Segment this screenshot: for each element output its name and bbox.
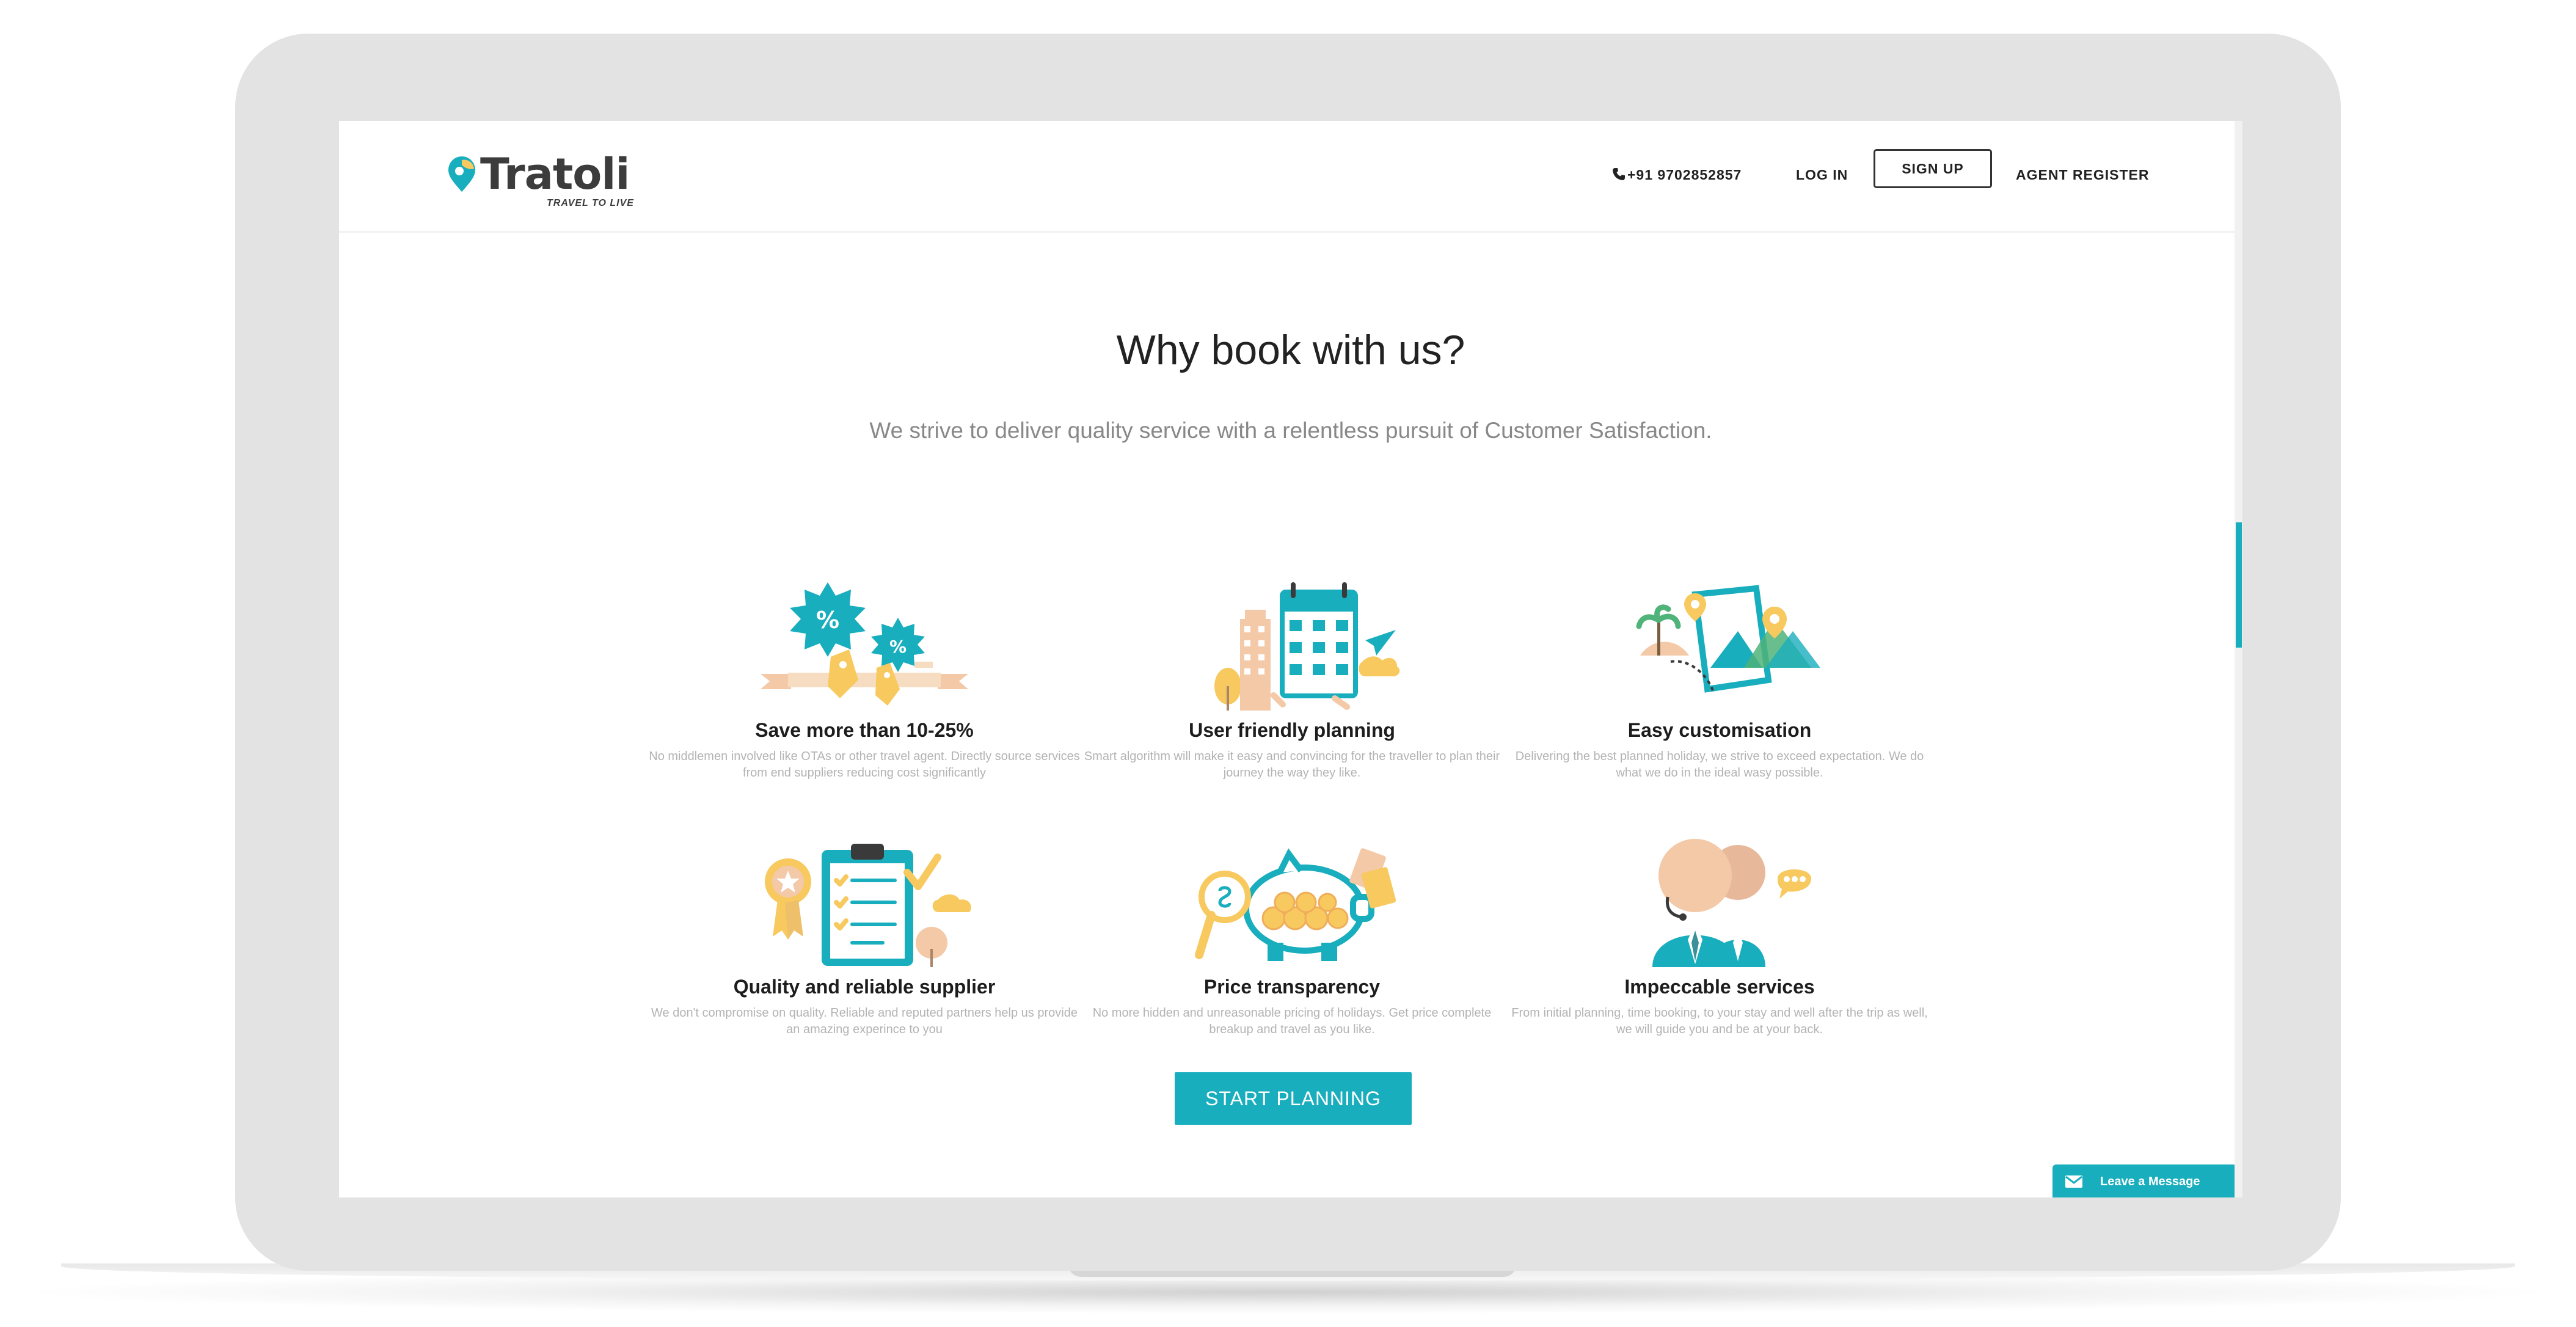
browser-viewport: Tratoli TRAVEL TO LIVE +91 9702852857 LO… <box>339 121 2242 1197</box>
feature-description-line: breakup and travel as you like. <box>1209 1023 1375 1036</box>
feature-description: We don't compromise on quality. Reliable… <box>648 1005 1081 1038</box>
feature-description-line: No middlemen involved like OTAs or other… <box>649 750 1080 763</box>
mail-icon <box>2065 1175 2082 1188</box>
feature-description-line: We don't compromise on quality. Reliable… <box>651 1006 1078 1020</box>
feature-card-price: Price transparency No more hidden and un… <box>1060 839 1524 1095</box>
feature-card-savings: % % Save more than 10-25% No middlemen i… <box>632 582 1096 839</box>
feature-description-line: from end suppliers reducing cost signifi… <box>743 766 986 780</box>
section-subtitle: We strive to deliver quality service wit… <box>869 418 1712 443</box>
agent-register-link[interactable]: AGENT REGISTER <box>2016 164 2149 186</box>
feature-card-planning: User friendly planning Smart algorithm w… <box>1060 582 1524 839</box>
support-agents-icon <box>1652 839 1811 967</box>
logo-wordmark: Tratoli <box>480 149 630 199</box>
tratoli-logo[interactable]: Tratoli TRAVEL TO LIVE <box>446 148 648 209</box>
signup-button[interactable]: SIGN UP <box>1874 149 1992 188</box>
phone-icon <box>1613 168 1625 180</box>
section-title: Why book with us? <box>1116 327 1465 373</box>
leave-message-widget[interactable]: Leave a Message <box>2052 1164 2237 1197</box>
feature-card-customisation: Easy customisation Delivering the best p… <box>1487 582 1952 839</box>
svg-text:%: % <box>889 637 907 657</box>
feature-title: Impeccable services <box>1624 976 1815 998</box>
feature-title: Save more than 10-25% <box>755 719 974 741</box>
svg-text:%: % <box>816 607 839 634</box>
calendar-planning-icon <box>1214 582 1400 711</box>
feature-title: User friendly planning <box>1189 719 1395 741</box>
feature-description: No middlemen involved like OTAs or other… <box>648 748 1081 781</box>
feature-description-line: journey the way they like. <box>1223 766 1361 780</box>
login-link[interactable]: LOG IN <box>1796 164 1848 186</box>
feature-description-line: From initial planning, time booking, to … <box>1511 1006 1928 1020</box>
feature-description-line: No more hidden and unreasonable pricing … <box>1092 1006 1492 1020</box>
start-planning-button[interactable]: START PLANNING <box>1175 1072 1412 1125</box>
logo-tagline: TRAVEL TO LIVE <box>547 198 634 208</box>
scrollbar-thumb[interactable] <box>2236 522 2242 648</box>
piggy-bank-icon <box>1195 848 1396 961</box>
site-header: Tratoli TRAVEL TO LIVE +91 9702852857 LO… <box>339 121 2242 233</box>
checklist-award-icon <box>765 844 971 967</box>
feature-card-services: Impeccable services From initial plannin… <box>1487 839 1952 1095</box>
phone-number: +91 9702852857 <box>1627 167 1742 183</box>
feature-title: Easy customisation <box>1627 719 1812 741</box>
discount-tags-icon: % % <box>761 582 968 706</box>
leave-message-label: Leave a Message <box>2100 1175 2200 1188</box>
feature-description: No more hidden and unreasonable pricing … <box>1075 1005 1509 1038</box>
page-scrollbar[interactable] <box>2235 121 2242 1197</box>
header-phone-link[interactable]: +91 9702852857 <box>1611 164 1742 186</box>
feature-description-line: we will guide you and be at your back. <box>1616 1023 1823 1036</box>
feature-description-line: an amazing experince to you <box>786 1023 943 1036</box>
map-customisation-icon <box>1636 585 1820 693</box>
feature-title: Price transparency <box>1203 976 1381 998</box>
location-pin-logo-icon <box>448 156 475 192</box>
feature-description: Smart algorithm will make it easy and co… <box>1075 748 1509 781</box>
feature-title: Quality and reliable supplier <box>733 976 996 998</box>
feature-description-line: Delivering the best planned holiday, we … <box>1515 750 1924 763</box>
feature-description: Delivering the best planned holiday, we … <box>1503 748 1936 781</box>
feature-description: From initial planning, time booking, to … <box>1503 1005 1936 1038</box>
feature-description-line: Smart algorithm will make it easy and co… <box>1084 750 1500 763</box>
feature-description-line: what we do in the ideal wasy possible. <box>1616 766 1823 780</box>
feature-card-quality: Quality and reliable supplier We don't c… <box>632 839 1096 1095</box>
